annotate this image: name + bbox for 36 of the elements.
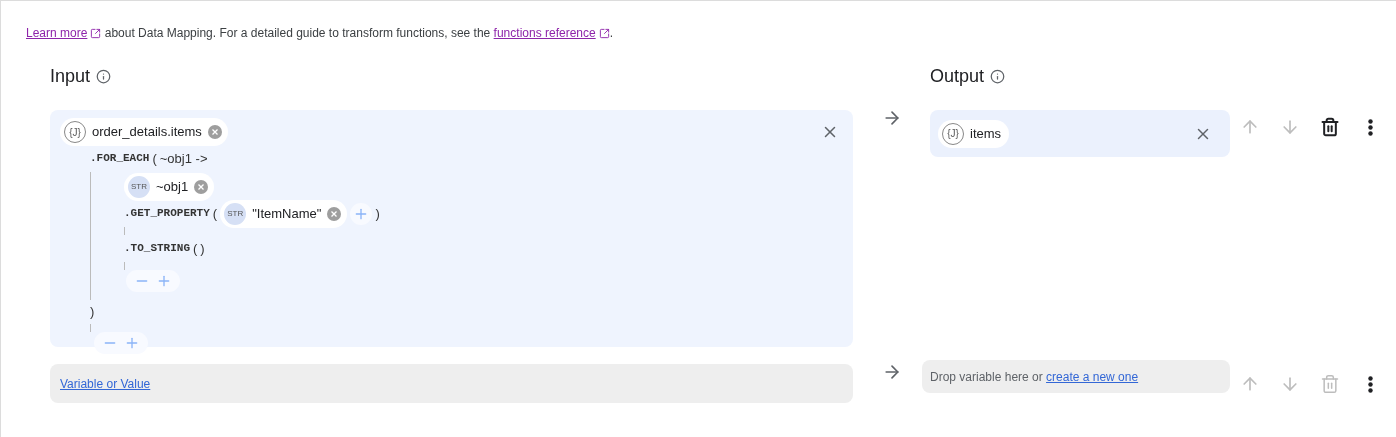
plus-icon[interactable] <box>156 273 172 289</box>
string-badge: STR <box>128 176 150 198</box>
variable-name: ~obj1 <box>155 178 190 197</box>
trash-icon <box>1320 374 1340 394</box>
parenthesis: ) <box>90 303 95 322</box>
trash-icon <box>1320 117 1340 137</box>
variable-or-value-link[interactable]: Variable or Value <box>60 374 151 393</box>
string-badge: STR <box>224 202 247 225</box>
remove-icon[interactable] <box>327 206 342 221</box>
more-icon <box>1367 118 1373 136</box>
variable-name: items <box>969 124 1003 143</box>
drop-hint: Drop variable here or create a new one <box>930 368 1139 386</box>
lambda-parameter: ~obj1 -> <box>159 149 208 168</box>
parenthesis: ) <box>200 239 205 258</box>
parenthesis: ( <box>212 204 218 223</box>
remove-icon[interactable] <box>194 180 209 194</box>
help-link[interactable]: Learn more <box>26 25 102 41</box>
function-name: .GET_PROPERTY <box>124 206 210 222</box>
plus-icon[interactable] <box>124 335 140 351</box>
help-link[interactable]: functions reference <box>493 25 610 41</box>
variable-name: order_details.items <box>91 123 203 142</box>
parenthesis: ) <box>375 204 380 223</box>
add-argument-button[interactable] <box>350 202 373 225</box>
input-heading: Input <box>50 64 91 88</box>
intro-text: Learn more about Data Mapping. For a detailed guide to transform functions, see the functions reference . <box>25 24 614 41</box>
function-name: .FOR_EACH <box>90 151 150 167</box>
function-name: .TO_STRING <box>124 241 190 257</box>
more-icon <box>1367 375 1373 393</box>
remove-icon[interactable] <box>207 125 222 139</box>
info-icon[interactable] <box>96 68 112 84</box>
parenthesis: ( <box>152 149 157 168</box>
create-new-link[interactable]: create a new one <box>1046 369 1139 384</box>
variable-name: "ItemName" <box>251 204 323 223</box>
output-heading: Output <box>930 64 985 88</box>
info-icon[interactable] <box>990 68 1006 84</box>
parenthesis: ( <box>193 239 198 258</box>
